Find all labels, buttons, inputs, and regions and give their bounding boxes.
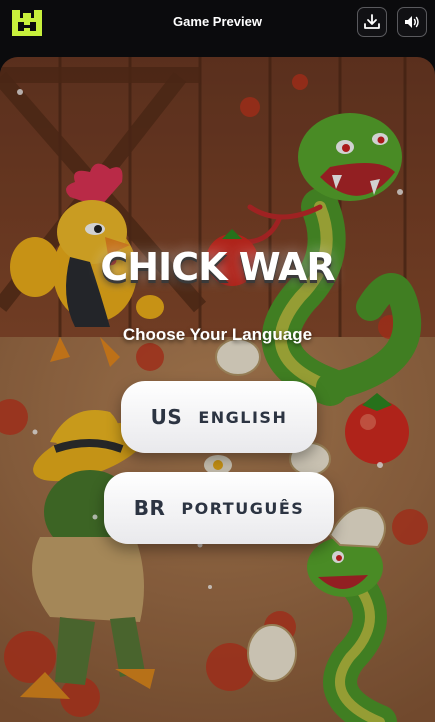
portuguese-label: PORTUGUÊS [181,498,305,518]
game-title: CHICK WAR [100,245,335,289]
speaker-icon [405,16,419,28]
download-button[interactable] [357,7,387,37]
br-flag-code: BR [133,496,166,520]
sound-button[interactable] [397,7,427,37]
download-icon [364,14,380,29]
language-prompt: Choose Your Language [122,325,313,344]
english-language-button[interactable]: US ENGLISH [121,381,317,453]
us-flag-code: US [150,405,183,429]
top-bar: Game Preview [0,0,435,48]
game-canvas[interactable]: CHICK WAR Choose Your Language US ENGLIS… [0,57,435,722]
portuguese-language-button[interactable]: BR PORTUGUÊS [104,472,334,544]
english-label: ENGLISH [198,407,288,427]
